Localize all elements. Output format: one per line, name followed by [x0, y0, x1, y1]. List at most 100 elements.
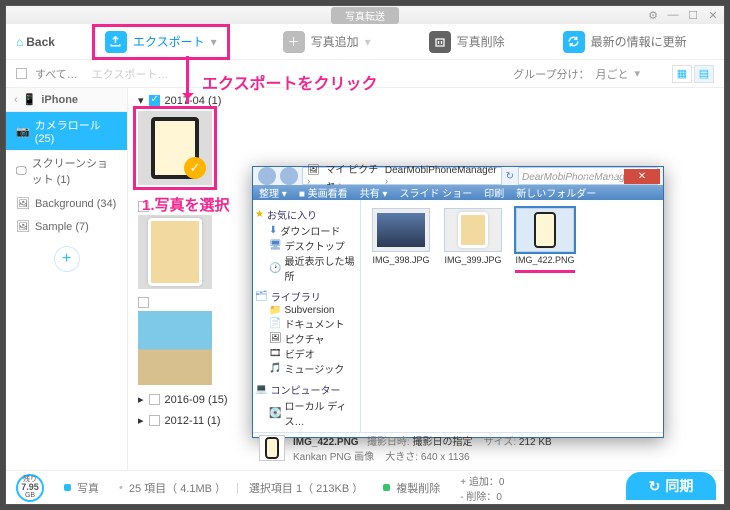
- refresh-label: 最新の情報に更新: [591, 33, 687, 50]
- add-label: 写真追加: [311, 33, 359, 50]
- sidebar-item-background[interactable]: 🖼 Background (34): [6, 192, 127, 215]
- tree-favorites[interactable]: ★お気に入り: [255, 207, 358, 222]
- menu-preview[interactable]: ■ 美画看看: [299, 185, 348, 200]
- sidebar-item-label: Sample (7): [35, 221, 89, 233]
- menu-print[interactable]: 印刷: [484, 185, 504, 200]
- select-all-label: すべて…: [35, 66, 78, 82]
- group-checkbox[interactable]: [149, 415, 160, 426]
- refresh-icon: [563, 31, 585, 53]
- file-thumbnail[interactable]: IMG_399.JPG: [441, 208, 505, 265]
- drive-icon: 💽: [269, 408, 281, 419]
- maximize-icon[interactable]: ☐: [686, 8, 700, 22]
- tree-item[interactable]: 🎵ミュージック: [255, 361, 358, 376]
- delete-icon: [429, 31, 451, 53]
- dlg-maximize-icon[interactable]: ☐: [600, 169, 624, 184]
- download-icon: ⬇: [269, 225, 277, 236]
- select-all-checkbox[interactable]: [16, 68, 27, 79]
- tree-item[interactable]: 💽ローカル ディス…: [255, 398, 358, 428]
- tree-item[interactable]: 📁Subversion: [255, 305, 358, 316]
- tree-item[interactable]: 🎞ビデオ: [255, 346, 358, 361]
- menu-newfolder[interactable]: 新しいフォルダー: [516, 185, 596, 200]
- view-large-button[interactable]: ▤: [694, 65, 714, 83]
- file-explorer-dialog: — ☐ ✕ 🖼 マイ ピクチャ DearMobiPhoneManager ↻ D…: [252, 166, 664, 438]
- export-hint: エクスポート…: [92, 66, 169, 82]
- sidebar-item-sample[interactable]: 🖼 Sample (7): [6, 215, 127, 238]
- detail-size: 212 KB: [519, 437, 552, 448]
- home-icon: ⌂: [16, 35, 23, 49]
- nav-fwd-button[interactable]: [280, 167, 298, 185]
- document-icon: 📄: [269, 318, 281, 329]
- file-thumbnail[interactable]: IMG_422.PNG: [513, 208, 577, 273]
- detail-thumb: [259, 435, 285, 461]
- sidebar-item-screenshots[interactable]: 🖵 スクリーンショット (1): [6, 150, 127, 192]
- disk-gauge: 残り 7.95 GB: [16, 474, 44, 502]
- gear-icon[interactable]: ⚙: [646, 8, 660, 22]
- view-grid-button[interactable]: ▦: [672, 65, 692, 83]
- computer-icon: 💻: [255, 384, 267, 395]
- detail-type: Kankan PNG 画像: [293, 452, 374, 463]
- export-button[interactable]: エクスポート ▾: [97, 29, 225, 55]
- group-label: グループ分け：: [513, 66, 589, 82]
- menu-slideshow[interactable]: スライド ショー: [399, 185, 472, 200]
- add-photo-button[interactable]: ＋ 写真追加 ▾: [283, 31, 371, 53]
- photo-thumbnail[interactable]: [138, 297, 212, 385]
- delete-label: 写真削除: [457, 33, 505, 50]
- refresh-button[interactable]: 最新の情報に更新: [563, 31, 687, 53]
- group-checkbox[interactable]: ✓: [149, 95, 160, 106]
- back-label: Back: [26, 35, 55, 49]
- star-icon: ★: [255, 209, 264, 220]
- photo-thumbnail[interactable]: ✓: [138, 111, 212, 185]
- chevron-left-icon: ‹: [14, 94, 18, 106]
- device-name: iPhone: [41, 94, 78, 106]
- group-title: 2012-11 (1): [165, 415, 221, 427]
- file-thumbnail[interactable]: IMG_398.JPG: [369, 208, 433, 265]
- collapse-icon[interactable]: ▾: [138, 94, 144, 107]
- video-icon: 🎞: [269, 348, 282, 359]
- tree-computer[interactable]: 💻コンピューター: [255, 382, 358, 397]
- delete-photo-button[interactable]: 写真削除: [429, 31, 505, 53]
- detail-dim: 640 x 1136: [421, 452, 470, 463]
- refresh-icon[interactable]: ↻: [506, 171, 514, 182]
- menu-share[interactable]: 共有 ▾: [360, 185, 388, 200]
- dlg-close-icon[interactable]: ✕: [624, 169, 660, 184]
- tree-item[interactable]: 🖥デスクトップ: [255, 238, 358, 253]
- folder-icon: 📁: [269, 305, 281, 316]
- dlg-minimize-icon[interactable]: —: [576, 169, 600, 184]
- sync-button[interactable]: ↻ 同期: [626, 472, 716, 500]
- tree-item[interactable]: ⬇ダウンロード: [255, 223, 358, 238]
- device-header[interactable]: ‹ 📱 iPhone: [6, 88, 127, 112]
- detail-date: 撮影日の指定: [413, 437, 473, 448]
- detail-name: IMG_422.PNG: [293, 437, 359, 448]
- tree-libraries[interactable]: 🗂ライブラリ: [255, 289, 358, 304]
- screenshot-icon: 🖵: [16, 165, 27, 178]
- back-button[interactable]: ⌂ Back: [16, 35, 55, 49]
- annotation-arrow: [186, 56, 189, 104]
- add-icon: ＋: [283, 31, 305, 53]
- picture-icon: 🖼: [269, 333, 282, 344]
- folder-icon: 🖼: [307, 165, 322, 187]
- tree-item[interactable]: 🖼ピクチャ: [255, 331, 358, 346]
- stat-photos: 写真: [64, 480, 99, 496]
- export-icon: [105, 31, 127, 53]
- menu-organize[interactable]: 整理 ▾: [259, 185, 287, 200]
- nav-back-button[interactable]: [258, 167, 276, 185]
- thumb-checkbox[interactable]: [138, 297, 149, 308]
- desktop-icon: 🖥: [269, 240, 282, 251]
- minimize-icon[interactable]: —: [666, 8, 680, 22]
- sidebar-item-label: スクリーンショット (1): [32, 155, 119, 187]
- recent-icon: 🕑: [269, 263, 281, 274]
- file-name: IMG_399.JPG: [444, 255, 501, 265]
- annotation-click-export: エクスポートをクリック: [202, 70, 378, 94]
- group-checkbox[interactable]: [149, 394, 160, 405]
- breadcrumb[interactable]: 🖼 マイ ピクチャ DearMobiPhoneManager: [302, 167, 502, 185]
- expand-icon[interactable]: ▸: [138, 393, 144, 406]
- sidebar-item-camera-roll[interactable]: 📷 カメラロール (25): [6, 112, 127, 150]
- tree-item[interactable]: 📄ドキュメント: [255, 316, 358, 331]
- group-select[interactable]: 月ごと: [595, 66, 628, 82]
- add-album-button[interactable]: +: [54, 246, 80, 272]
- breadcrumb-item[interactable]: DearMobiPhoneManager: [385, 165, 497, 187]
- tree-item[interactable]: 🕑最近表示した場所: [255, 253, 358, 283]
- close-icon[interactable]: ✕: [706, 8, 720, 22]
- group-title: 2016-09 (15): [165, 394, 228, 406]
- expand-icon[interactable]: ▸: [138, 414, 144, 427]
